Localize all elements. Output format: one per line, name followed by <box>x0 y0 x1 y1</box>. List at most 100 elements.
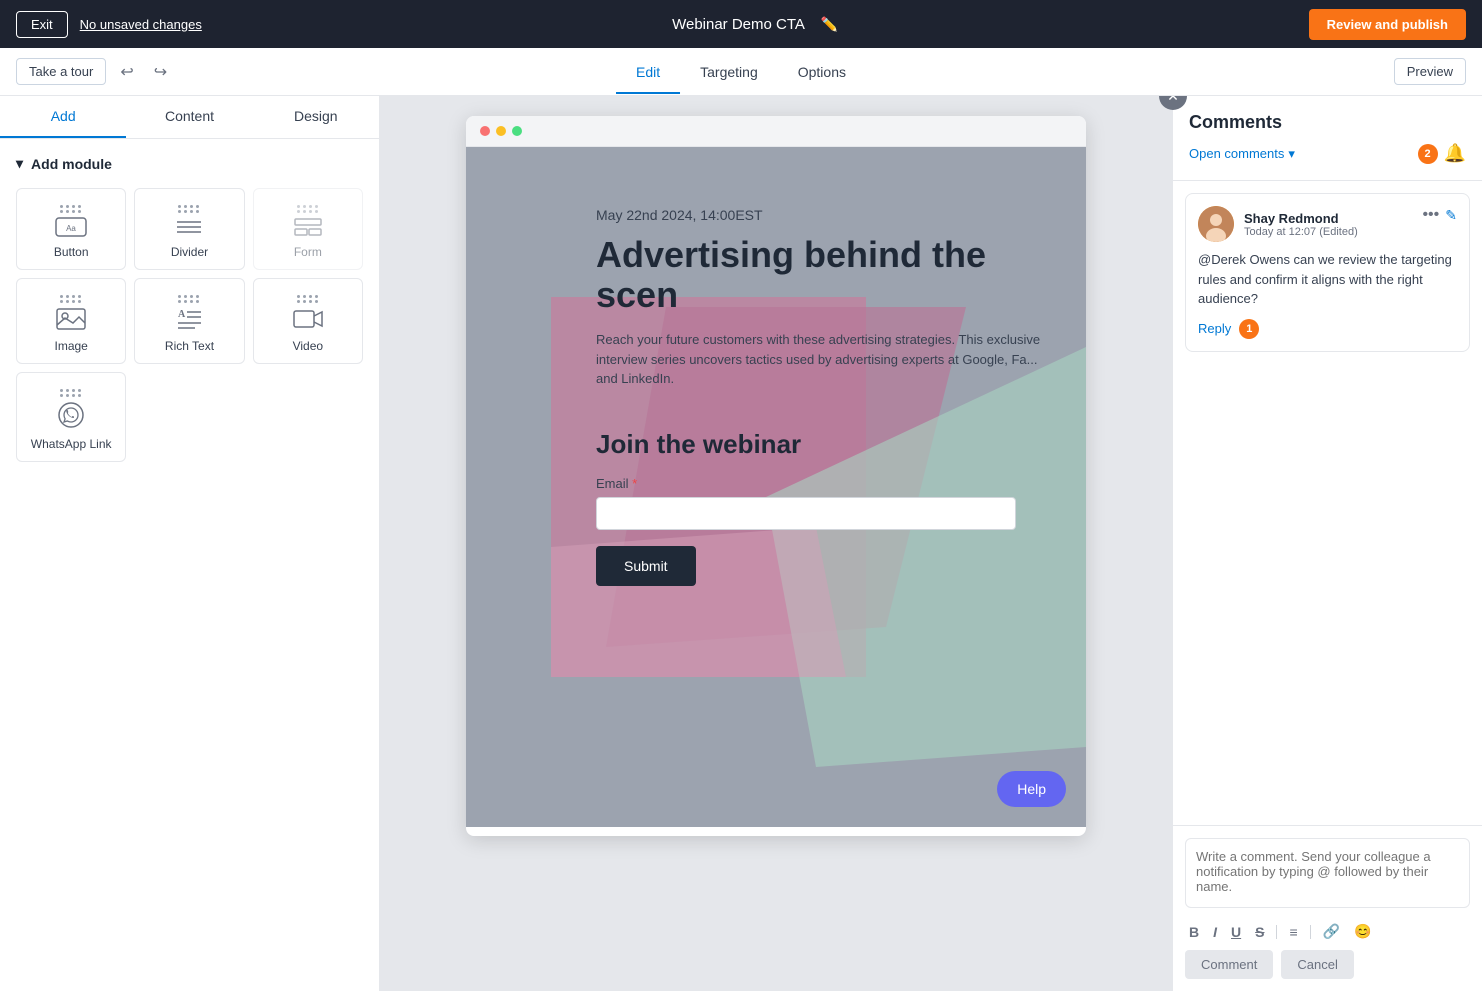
browser-dot-yellow <box>496 126 506 136</box>
browser-bar <box>466 116 1086 147</box>
underline-button[interactable]: U <box>1227 922 1245 942</box>
reply-count-badge: 1 <box>1239 319 1259 339</box>
nav-tabs: Edit Targeting Options <box>616 51 866 93</box>
add-module-label: Add module <box>31 156 112 172</box>
video-icon-container <box>292 295 324 331</box>
comment-input-area: B I U S ≡ 🔗 😊 Comment Cancel <box>1173 825 1482 991</box>
comment-action-row: Comment Cancel <box>1185 950 1470 979</box>
divider-module-label: Divider <box>171 245 208 259</box>
edit-title-icon[interactable]: ✏️ <box>821 16 838 33</box>
rich-text-module-icon: A <box>173 307 205 331</box>
take-tour-button[interactable]: Take a tour <box>16 58 106 85</box>
module-rich-text[interactable]: A Rich Text <box>134 278 244 364</box>
button-module-icon: Aa <box>55 217 87 237</box>
bold-button[interactable]: B <box>1185 922 1203 942</box>
form-icon-container <box>292 205 324 237</box>
second-bar: Take a tour ↩ ↪ Edit Targeting Options P… <box>0 48 1482 96</box>
sidebar-tab-design[interactable]: Design <box>253 96 379 138</box>
button-module-label: Button <box>54 245 89 259</box>
comment-actions: ••• ✎ <box>1422 206 1457 224</box>
avatar-image <box>1198 206 1234 242</box>
tab-targeting[interactable]: Targeting <box>680 52 778 94</box>
comments-title: Comments <box>1189 112 1466 133</box>
module-divider[interactable]: Divider <box>134 188 244 270</box>
image-module-label: Image <box>54 339 87 353</box>
sidebar-tab-content[interactable]: Content <box>126 96 252 138</box>
reply-button[interactable]: Reply <box>1198 321 1231 336</box>
avatar <box>1198 206 1234 242</box>
sidebar-tab-add[interactable]: Add <box>0 96 126 138</box>
form-module-label: Form <box>294 245 322 259</box>
italic-button[interactable]: I <box>1209 922 1221 942</box>
main-layout: Add Content Design ▾ Add module Aa Butto… <box>0 96 1482 991</box>
divider-module-icon <box>173 217 205 237</box>
chevron-down-icon: ▾ <box>16 155 23 172</box>
canvas-area: May 22nd 2024, 14:00EST Advertising behi… <box>380 96 1172 991</box>
comment-author-name: Shay Redmond <box>1244 211 1358 226</box>
help-button[interactable]: Help <box>997 771 1066 807</box>
button-icon-container: Aa <box>55 205 87 237</box>
comment-timestamp: Today at 12:07 (Edited) <box>1244 226 1358 238</box>
top-bar: Exit No unsaved changes Webinar Demo CTA… <box>0 0 1482 48</box>
tab-options[interactable]: Options <box>778 52 866 94</box>
second-bar-right: Preview <box>1394 58 1466 85</box>
module-whatsapp[interactable]: WhatsApp Link <box>16 372 126 462</box>
page-title: Webinar Demo CTA <box>672 16 805 33</box>
left-sidebar: Add Content Design ▾ Add module Aa Butto… <box>0 96 380 991</box>
module-grid: Aa Button Divider <box>0 188 379 478</box>
sidebar-tabs: Add Content Design <box>0 96 379 139</box>
rich-text-module-label: Rich Text <box>165 339 214 353</box>
module-button[interactable]: Aa Button <box>16 188 126 270</box>
exit-button[interactable]: Exit <box>16 11 68 38</box>
comment-submit-button[interactable]: Comment <box>1185 950 1273 979</box>
redo-button[interactable]: ↪ <box>148 58 173 86</box>
module-image[interactable]: Image <box>16 278 126 364</box>
comments-header: Comments Open comments ▾ 2 🔔 <box>1173 96 1482 181</box>
browser-dot-red <box>480 126 490 136</box>
browser-dot-green <box>512 126 522 136</box>
whatsapp-module-label: WhatsApp Link <box>31 437 112 451</box>
strikethrough-button[interactable]: S <box>1251 922 1268 942</box>
bell-icon[interactable]: 🔔 <box>1444 143 1466 164</box>
notification-area: 2 🔔 <box>1418 143 1466 164</box>
rich-text-icon-container: A <box>173 295 205 331</box>
toolbar-divider-1 <box>1276 925 1277 939</box>
cta-submit-button[interactable]: Submit <box>596 546 696 586</box>
video-module-icon <box>292 307 324 331</box>
cta-date: May 22nd 2024, 14:00EST <box>596 207 1046 223</box>
comment-textarea[interactable] <box>1185 838 1470 908</box>
comment-toolbar: B I U S ≡ 🔗 😊 <box>1185 921 1470 942</box>
second-bar-left: Take a tour ↩ ↪ <box>16 58 173 86</box>
comment-more-button[interactable]: ••• <box>1422 206 1439 224</box>
link-button[interactable]: 🔗 <box>1319 921 1344 942</box>
whatsapp-module-icon <box>57 401 85 429</box>
cta-description: Reach your future customers with these a… <box>596 330 1046 389</box>
cta-form-title: Join the webinar <box>596 429 1046 460</box>
cta-title: Advertising behind the scen <box>596 235 1046 314</box>
reply-row: Reply 1 <box>1198 319 1457 339</box>
emoji-button[interactable]: 😊 <box>1350 921 1375 942</box>
cta-email-label: Email * <box>596 476 1046 491</box>
divider-icon-container <box>173 205 205 237</box>
required-asterisk: * <box>632 476 637 491</box>
top-bar-left: Exit No unsaved changes <box>16 11 202 38</box>
undo-button[interactable]: ↩ <box>114 58 139 86</box>
review-publish-button[interactable]: Review and publish <box>1309 9 1466 40</box>
unsaved-changes-link[interactable]: No unsaved changes <box>80 17 202 32</box>
comment-cancel-button[interactable]: Cancel <box>1281 950 1353 979</box>
comment-user-info: Shay Redmond Today at 12:07 (Edited) <box>1244 211 1358 238</box>
chevron-down-icon: ▾ <box>1288 146 1295 162</box>
open-comments-filter[interactable]: Open comments ▾ <box>1189 146 1295 162</box>
image-icon-container <box>55 295 87 331</box>
module-form[interactable]: Form <box>253 188 363 270</box>
tab-edit[interactable]: Edit <box>616 52 680 94</box>
comment-edit-icon[interactable]: ✎ <box>1445 207 1457 224</box>
add-module-header[interactable]: ▾ Add module <box>0 139 379 188</box>
preview-button[interactable]: Preview <box>1394 58 1466 85</box>
cta-email-input[interactable] <box>596 497 1016 530</box>
module-video[interactable]: Video <box>253 278 363 364</box>
list-button[interactable]: ≡ <box>1285 922 1301 942</box>
comments-filter-row: Open comments ▾ 2 🔔 <box>1189 143 1466 164</box>
svg-text:A: A <box>178 309 186 320</box>
comment-card: Shay Redmond Today at 12:07 (Edited) •••… <box>1185 193 1470 352</box>
